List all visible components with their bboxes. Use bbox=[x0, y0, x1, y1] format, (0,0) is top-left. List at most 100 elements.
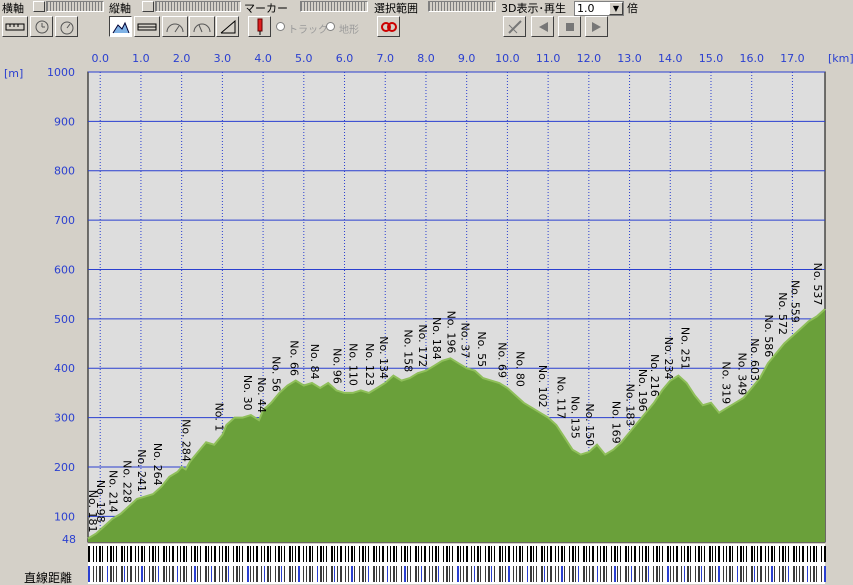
barcode-mark bbox=[211, 546, 212, 562]
barcode-mark bbox=[387, 546, 388, 562]
barcode-mark bbox=[331, 566, 333, 582]
profile-mountain-icon[interactable] bbox=[109, 16, 132, 37]
y-tick-label: 900 bbox=[54, 115, 75, 128]
barcode-mark bbox=[569, 546, 570, 562]
range-slider[interactable] bbox=[428, 1, 496, 12]
barcode-mark bbox=[578, 566, 579, 582]
barcode-mark bbox=[99, 566, 101, 582]
range-select-icon[interactable] bbox=[377, 16, 400, 37]
barcode-mark bbox=[631, 546, 632, 562]
barcode-mark bbox=[614, 566, 616, 582]
barcode-mark bbox=[368, 546, 369, 562]
barcode-mark bbox=[127, 546, 128, 562]
yaxis-slider[interactable] bbox=[155, 1, 241, 12]
barcode-mark bbox=[155, 546, 156, 562]
barcode-mark bbox=[555, 566, 556, 582]
barcode-mark bbox=[256, 546, 258, 562]
barcode-mark bbox=[774, 566, 775, 582]
barcode-mark bbox=[460, 566, 461, 582]
barcode-mark bbox=[499, 566, 501, 582]
station-label: No. 44 bbox=[255, 377, 268, 413]
track-radio[interactable] bbox=[276, 22, 285, 31]
barcode-mark bbox=[127, 566, 128, 582]
barcode-mark bbox=[541, 546, 543, 562]
barcode-mark bbox=[446, 566, 448, 582]
xaxis-toggle[interactable] bbox=[33, 1, 45, 12]
barcode-mark bbox=[242, 566, 243, 582]
barcode-mark bbox=[225, 546, 227, 562]
marker-slider[interactable] bbox=[300, 1, 368, 12]
barcode-mark bbox=[295, 546, 296, 562]
barcode-mark bbox=[452, 566, 453, 582]
station-label: No. 96 bbox=[330, 348, 343, 384]
barcode-mark bbox=[648, 546, 649, 562]
barcode-mark bbox=[681, 546, 682, 562]
barcode-mark bbox=[264, 546, 265, 562]
terrain-radio[interactable] bbox=[326, 22, 335, 31]
toolbar: 横軸 縦軸 マーカー 選択範囲 3D表示･再生 1.0 ▼ 倍 トラック 地形 bbox=[0, 0, 853, 40]
speed-dropdown-icon[interactable]: ▼ bbox=[609, 2, 623, 15]
barcode-mark bbox=[513, 566, 514, 582]
gauge-icon[interactable] bbox=[162, 16, 188, 37]
station-label: No. 37 bbox=[459, 323, 472, 359]
barcode-mark bbox=[312, 566, 313, 582]
barcode-mark bbox=[236, 546, 238, 562]
barcode-mark bbox=[166, 546, 167, 562]
barcode-mark bbox=[186, 546, 187, 562]
barcode-mark bbox=[340, 566, 342, 582]
gauge-alt-icon[interactable] bbox=[189, 16, 215, 37]
station-label: No. 158 bbox=[402, 329, 415, 372]
station-label: No. 56 bbox=[269, 356, 282, 392]
barcode-mark bbox=[564, 546, 565, 562]
station-label: No. 66 bbox=[288, 340, 301, 376]
distance-row-label: 直線距離 bbox=[24, 570, 72, 585]
barcode-mark bbox=[480, 546, 481, 562]
flat-line-icon[interactable] bbox=[134, 16, 160, 37]
x-tick-label: 16.0 bbox=[739, 52, 764, 65]
y-tick-label: 600 bbox=[54, 263, 75, 276]
clock-icon[interactable] bbox=[30, 16, 53, 37]
ruler-icon[interactable] bbox=[2, 16, 28, 37]
range-label: 選択範囲 bbox=[374, 2, 418, 15]
barcode-mark bbox=[183, 546, 185, 562]
barcode-mark bbox=[396, 546, 397, 562]
yaxis-toggle[interactable] bbox=[142, 1, 154, 12]
barcode-mark bbox=[348, 566, 349, 582]
barcode-mark bbox=[289, 566, 291, 582]
barcode-mark bbox=[740, 546, 742, 562]
barcode-mark bbox=[309, 546, 311, 562]
barcode-mark bbox=[516, 546, 517, 562]
barcode-mark bbox=[659, 566, 660, 582]
station-label: No. 135 bbox=[569, 396, 582, 439]
barcode-mark bbox=[600, 546, 601, 562]
marker-pin-icon[interactable] bbox=[248, 16, 271, 37]
stop-icon[interactable] bbox=[558, 16, 581, 37]
barcode-mark bbox=[317, 566, 318, 582]
barcode-mark bbox=[824, 546, 826, 562]
3d-view-icon[interactable] bbox=[503, 16, 526, 37]
speedometer-icon[interactable] bbox=[55, 16, 78, 37]
play-back-icon[interactable] bbox=[531, 16, 554, 37]
barcode-mark bbox=[684, 566, 685, 582]
barcode-mark bbox=[415, 566, 417, 582]
xaxis-slider[interactable] bbox=[46, 1, 104, 12]
barcode-mark bbox=[723, 546, 724, 562]
barcode-mark bbox=[816, 546, 817, 562]
barcode-mark bbox=[135, 566, 136, 582]
slope-icon[interactable] bbox=[216, 16, 239, 37]
barcode-mark bbox=[169, 546, 170, 562]
barcode-mark bbox=[334, 566, 335, 582]
station-label: No. 264 bbox=[151, 443, 164, 486]
barcode-mark bbox=[96, 566, 97, 582]
barcode-mark bbox=[569, 566, 570, 582]
barcode-mark bbox=[751, 566, 753, 582]
barcode-mark bbox=[485, 566, 486, 582]
barcode-mark bbox=[628, 546, 629, 562]
barcode-mark bbox=[768, 566, 769, 582]
barcode-mark bbox=[583, 566, 585, 582]
play-forward-icon[interactable] bbox=[585, 16, 608, 37]
barcode-mark bbox=[432, 566, 433, 582]
barcode-mark bbox=[242, 546, 243, 562]
barcode-mark bbox=[821, 566, 822, 582]
barcode-mark bbox=[446, 546, 448, 562]
